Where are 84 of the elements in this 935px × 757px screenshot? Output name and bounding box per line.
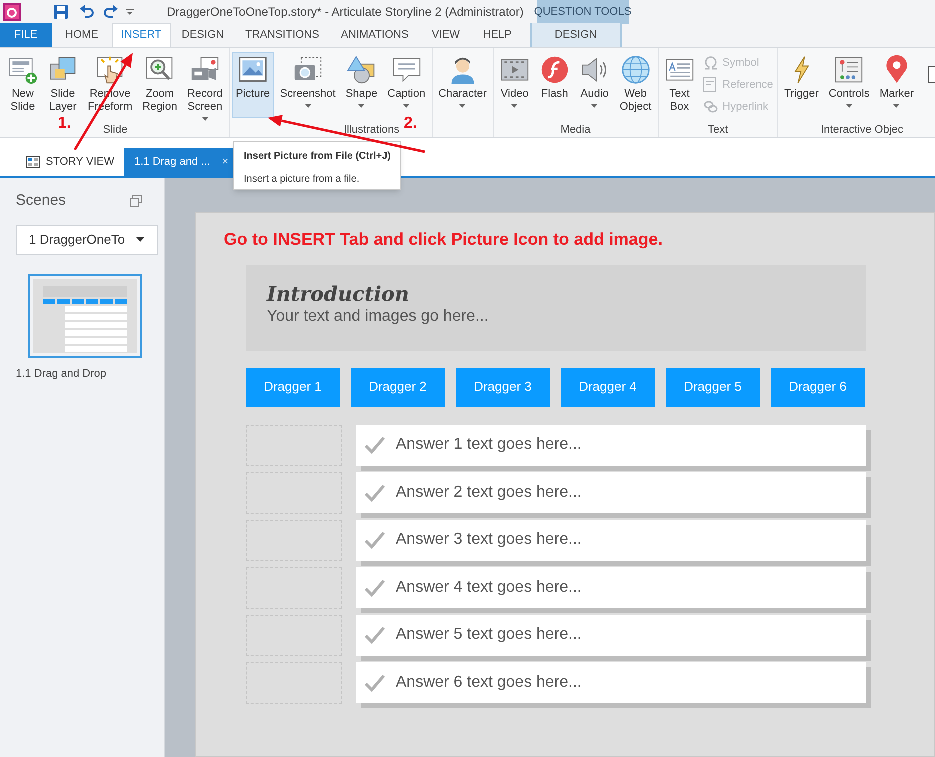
ribbon-button[interactable]: Trigger	[780, 52, 823, 118]
hand-pointer-icon	[95, 55, 126, 85]
window-title: DraggerOneToOneTop.story* - Articulate Storyline 2 (Administrator)	[167, 4, 524, 21]
ribbon-group-label: Slide	[103, 123, 128, 136]
panel-title: Scenes	[16, 191, 66, 211]
checkmark-icon	[364, 482, 386, 502]
globe-icon	[620, 55, 651, 85]
ribbon-button[interactable]: Character	[434, 52, 491, 118]
caret-icon	[893, 104, 900, 108]
ribbon-button[interactable]: Marker	[876, 52, 918, 118]
flash-icon	[540, 55, 570, 85]
ribbon-tab[interactable]: HELP	[472, 23, 523, 47]
drop-target[interactable]	[246, 424, 342, 466]
ribbon-button[interactable]: Audio	[576, 52, 614, 118]
story-view-tab[interactable]: STORY VIEW	[16, 148, 124, 176]
ribbon-group-label: Text	[708, 123, 728, 136]
caret-icon	[591, 104, 598, 108]
customize-caret-icon	[125, 7, 135, 17]
chain-link-icon	[702, 99, 719, 115]
slide-thumbnail[interactable]	[28, 274, 142, 358]
tooltip-title: Insert Picture from File (Ctrl+J)	[244, 150, 390, 164]
omega-icon	[702, 55, 719, 71]
ribbon-button[interactable]: Web Object	[616, 52, 656, 118]
checkmark-icon	[364, 672, 386, 692]
drop-target[interactable]	[246, 662, 342, 704]
ribbon-tab[interactable]: TRANSITIONS	[235, 23, 330, 47]
answer-text: Answer 1 text goes here...	[396, 435, 582, 455]
redo-icon	[103, 4, 119, 20]
caret-icon	[202, 117, 209, 121]
checkmark-icon	[364, 435, 386, 455]
caret-down-icon	[136, 237, 145, 242]
ribbon-tab[interactable]: DESIGN	[530, 23, 622, 47]
sliders-icon	[834, 55, 864, 85]
caret-icon	[358, 104, 366, 108]
grid-icon	[26, 156, 40, 168]
ribbon-tab[interactable]: INSERT	[112, 23, 171, 47]
ribbon-button[interactable]: Zoom Region	[138, 52, 182, 118]
shapes-icon	[346, 55, 377, 85]
ribbon-tab[interactable]: DESIGN	[171, 23, 235, 47]
ribbon-button[interactable]: Shape	[342, 52, 382, 118]
answer-text: Answer 4 text goes here...	[396, 578, 582, 598]
ribbon-button[interactable]: Screenshot	[276, 52, 340, 118]
ribbon-tab[interactable]: ANIMATIONS	[330, 23, 420, 47]
caret-icon	[304, 104, 312, 108]
instruction-text: Go to INSERT Tab and click Picture Icon to add image.	[224, 229, 664, 251]
drop-target[interactable]	[246, 472, 342, 514]
intro-title: Introduction	[267, 282, 410, 304]
restore-window-icon	[130, 195, 142, 208]
ribbon-tab[interactable]: HOME	[52, 23, 112, 47]
answer-text: Answer 6 text goes here...	[396, 672, 582, 692]
ribbon-button[interactable]: Record Screen	[183, 52, 227, 122]
intro-text: Your text and images go here...	[267, 306, 490, 326]
checkmark-icon	[364, 578, 386, 598]
answer-text: Answer 3 text goes here...	[396, 530, 582, 550]
formula-icon	[702, 77, 719, 93]
slide-label[interactable]: 1.1 Drag and Drop	[16, 366, 164, 382]
save-icon	[53, 4, 69, 20]
drop-target[interactable]	[246, 520, 342, 561]
picture-icon	[238, 55, 268, 85]
ribbon-tab[interactable]: FILE	[0, 23, 52, 47]
checkmark-icon	[364, 530, 386, 550]
tooltip-text: Insert a picture from a file.	[244, 173, 361, 187]
caret-icon	[846, 104, 853, 108]
ribbon-group-label: Media	[560, 123, 591, 136]
caret-icon	[459, 104, 466, 108]
ribbon-button[interactable]: Flash	[536, 52, 574, 118]
drop-target[interactable]	[246, 567, 342, 608]
answer-text: Answer 5 text goes here...	[396, 625, 582, 645]
ribbon-button[interactable]: Controls	[824, 52, 874, 118]
ribbon-tab[interactable]: VIEW	[420, 23, 472, 47]
ribbon-button[interactable]: Picture	[232, 52, 274, 118]
ribbon-button[interactable]: New Slide	[4, 52, 42, 118]
undo-icon	[79, 4, 95, 20]
scene-dropdown[interactable]: 1 DraggerOneTo	[16, 224, 158, 254]
ribbon-group-label: Interactive Objec	[820, 123, 904, 136]
app-logo-icon	[3, 3, 21, 21]
caret-icon	[403, 104, 410, 108]
answer-text: Answer 2 text goes here...	[396, 482, 582, 502]
caret-icon	[511, 104, 518, 108]
ribbon-group-label: Illustrations	[344, 123, 400, 136]
ribbon-button[interactable]: Text Box	[660, 52, 699, 118]
checkmark-icon	[364, 625, 386, 645]
ribbon-button[interactable]: Video	[496, 52, 534, 118]
drop-target[interactable]	[246, 614, 342, 656]
